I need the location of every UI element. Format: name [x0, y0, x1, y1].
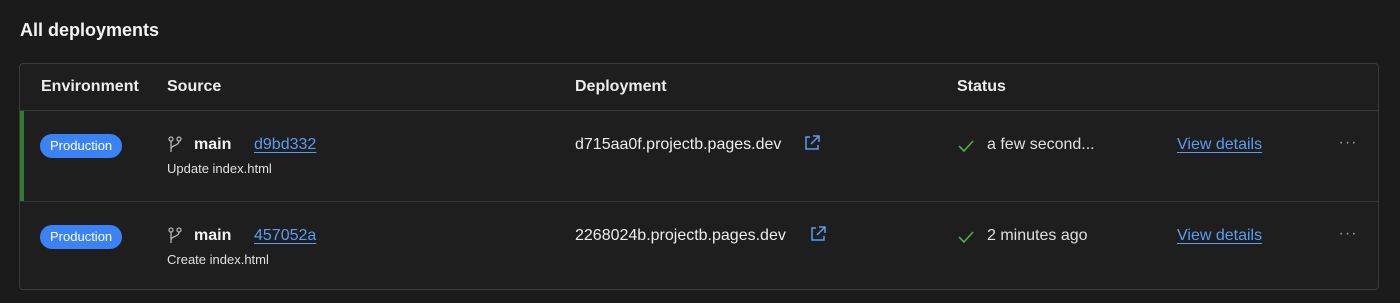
header-source: Source	[167, 78, 222, 95]
commit-message: Update index.html	[167, 161, 272, 176]
more-options-icon[interactable]: ···	[1336, 222, 1360, 246]
table-row: Production main d9bd332 Update index.htm…	[20, 111, 1378, 202]
header-environment: Environment	[41, 78, 139, 95]
deployment-status: 2 minutes ago	[987, 227, 1088, 244]
external-link-icon[interactable]	[809, 225, 827, 243]
active-deployment-indicator	[20, 111, 24, 201]
check-icon	[958, 140, 974, 153]
header-status: Status	[957, 78, 1006, 95]
deployment-url[interactable]: 2268024b.projectb.pages.dev	[575, 227, 786, 245]
deployment-status: a few second...	[987, 136, 1095, 153]
deployments-table: Environment Source Deployment Status Pro…	[19, 63, 1379, 290]
deployments-page: All deployments Environment Source Deplo…	[0, 0, 1400, 303]
table-row: Production main 457052a Create index.htm…	[20, 202, 1378, 289]
environment-badge: Production	[40, 134, 123, 158]
view-details-link[interactable]: View details	[1177, 227, 1262, 245]
check-icon	[958, 231, 974, 244]
git-branch-icon	[168, 227, 182, 243]
branch-name: main	[194, 136, 232, 153]
git-branch-icon	[168, 136, 182, 152]
commit-message: Create index.html	[167, 252, 269, 267]
section-title: All deployments	[20, 20, 160, 40]
header-deployment: Deployment	[575, 78, 667, 95]
branch-name: main	[194, 227, 232, 244]
table-header: Environment Source Deployment Status	[20, 64, 1378, 111]
commit-link[interactable]: d9bd332	[254, 136, 316, 154]
environment-badge: Production	[40, 225, 123, 249]
commit-link[interactable]: 457052a	[254, 227, 316, 245]
deployment-url[interactable]: d715aa0f.projectb.pages.dev	[575, 136, 781, 154]
external-link-icon[interactable]	[803, 134, 821, 152]
view-details-link[interactable]: View details	[1177, 136, 1262, 154]
more-options-icon[interactable]: ···	[1336, 131, 1360, 155]
